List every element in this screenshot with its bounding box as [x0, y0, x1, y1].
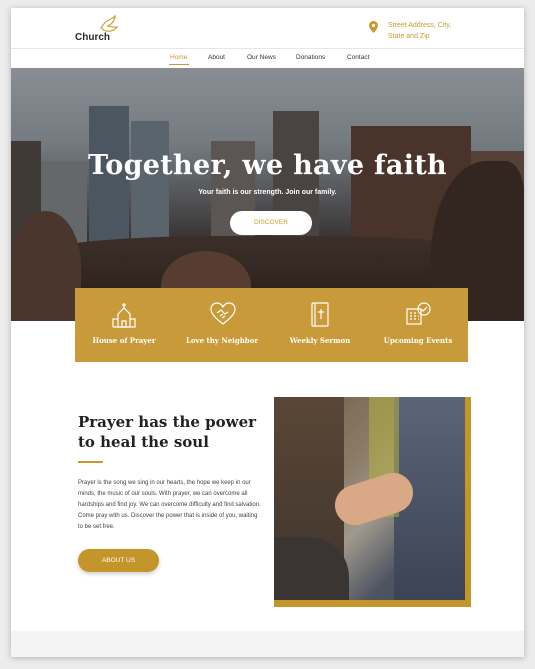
- logo-text: Church: [75, 32, 110, 43]
- feature-label: Love thy Neighbor: [185, 336, 259, 345]
- address-text: Street Address, City, State and Zip: [388, 20, 451, 42]
- location-pin-icon: [369, 21, 378, 33]
- feature-weekly-sermon[interactable]: Weekly Sermon: [271, 288, 369, 362]
- footer-strip: [11, 631, 524, 657]
- page: Church Street Address, City, State and Z…: [11, 8, 524, 657]
- church-logo[interactable]: Church: [75, 14, 127, 44]
- holding-hands-photo: [274, 397, 465, 600]
- features-band: House of Prayer Love thy Neighbor Weekly…: [75, 288, 468, 362]
- title-divider: [78, 461, 103, 463]
- feature-house-of-prayer[interactable]: House of Prayer: [75, 288, 173, 362]
- hero-section: Together, we have faith Your faith is ou…: [11, 68, 524, 321]
- bible-icon: [311, 302, 329, 327]
- feature-label: Weekly Sermon: [289, 336, 351, 345]
- main-nav: Home About Our News Donations Contact: [11, 48, 524, 69]
- address-line-2: State and Zip: [388, 33, 430, 40]
- calendar-check-icon: [406, 302, 431, 325]
- hero-subtitle: Your faith is our strength. Join our fam…: [198, 189, 337, 196]
- church-icon: [112, 303, 136, 328]
- feature-love-thy-neighbor[interactable]: Love thy Neighbor: [173, 288, 271, 362]
- address-line-1: Street Address, City,: [388, 22, 452, 29]
- prayer-title: Prayer has the power to heal the soul: [78, 413, 257, 451]
- nav-contact[interactable]: Contact: [347, 54, 369, 61]
- feature-label: House of Prayer: [92, 336, 156, 345]
- site-header: Church Street Address, City, State and Z…: [11, 8, 524, 48]
- discover-button[interactable]: DISCOVER: [230, 211, 312, 235]
- nav-about[interactable]: About: [208, 54, 225, 61]
- nav-donations[interactable]: Donations: [296, 54, 325, 61]
- nav-home[interactable]: Home: [170, 54, 187, 61]
- feature-label: Upcoming Events: [383, 336, 453, 345]
- prayer-body: Prayer is the song we sing in our hearts…: [78, 480, 261, 530]
- hero-title: Together, we have faith: [88, 150, 447, 181]
- feature-upcoming-events[interactable]: Upcoming Events: [369, 288, 467, 362]
- about-us-button[interactable]: ABOUT US: [78, 549, 159, 572]
- nav-active-underline: [169, 64, 189, 65]
- nav-our-news[interactable]: Our News: [247, 54, 276, 61]
- heart-handshake-icon: [210, 302, 236, 325]
